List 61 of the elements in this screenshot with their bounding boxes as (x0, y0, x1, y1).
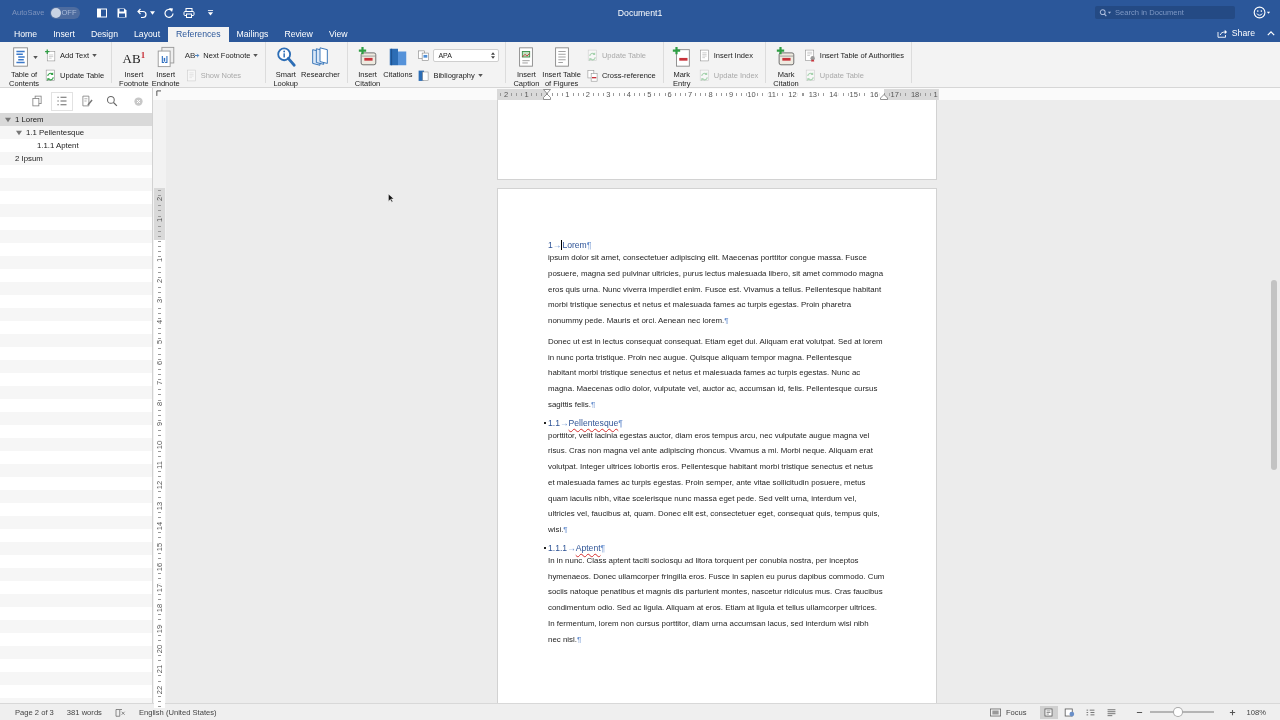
window-title: Document1 (617, 7, 663, 18)
ribbon-tab[interactable]: References (168, 27, 229, 42)
book-icon (417, 68, 431, 82)
print-layout-icon (1043, 707, 1055, 717)
page-icon (697, 48, 711, 62)
ribbon-tab[interactable]: View (320, 27, 356, 42)
pane-tab[interactable] (52, 92, 72, 110)
scroll-plus-icon (356, 46, 379, 68)
disclosure-triangle-icon[interactable] (5, 116, 11, 123)
search-icon (1099, 8, 1112, 17)
footnote-icon: AB$^{1}$ (122, 46, 146, 68)
customize-caret-icon[interactable] (206, 9, 214, 16)
page-icon (184, 68, 198, 82)
refresh-icon (697, 68, 711, 82)
slider-thumb[interactable] (1174, 708, 1183, 716)
close-icon[interactable] (134, 96, 143, 106)
refresh-icon (585, 48, 599, 62)
thumbnails-icon (31, 95, 43, 107)
redo-icon[interactable] (162, 6, 175, 19)
page-seal-icon (803, 48, 817, 62)
documents-icon (417, 48, 431, 62)
smiley-icon[interactable] (1253, 6, 1271, 19)
web-layout-icon (1064, 707, 1076, 717)
ribbon-tab[interactable]: Mailings (228, 27, 277, 42)
draft-icon (1106, 707, 1118, 717)
ribbon-tab[interactable]: Layout (125, 27, 169, 42)
proofing-book-icon[interactable] (114, 707, 126, 717)
save-icon[interactable] (115, 6, 128, 19)
ribbon-tab[interactable]: Insert (45, 27, 83, 42)
list-icon (56, 95, 68, 107)
share-button[interactable]: Share (1216, 28, 1255, 38)
heading: 1.1→Pellentesque¶ (548, 417, 623, 428)
page-plus-icon (44, 48, 58, 62)
zoom-in-icon[interactable] (1228, 708, 1236, 716)
sidebar-icon[interactable] (95, 6, 108, 19)
outline-icon (1085, 707, 1097, 717)
page-plus-icon (670, 46, 693, 68)
mouse-pointer-icon (388, 193, 394, 203)
focus-icon (989, 707, 1001, 717)
magnifier-icon (274, 46, 297, 68)
cross-reference-icon (585, 68, 599, 82)
heading: 1.1.1→Aptent¶ (548, 542, 606, 553)
page-pencil-icon (81, 95, 93, 107)
ribbon-tab[interactable]: Review (276, 27, 321, 42)
heading: 1→Lorem¶ (548, 240, 592, 250)
disclosure-triangle-icon[interactable] (16, 129, 22, 136)
stepper-arrows-icon (491, 51, 496, 59)
print-icon[interactable] (182, 6, 195, 19)
ribbon-tab[interactable]: Home (6, 27, 46, 42)
refresh-icon (44, 68, 58, 82)
indent-marker-icon[interactable] (543, 88, 551, 100)
refresh-icon (803, 68, 817, 82)
search-icon (106, 95, 118, 107)
undo-icon[interactable] (135, 6, 148, 19)
tab-stop-icon[interactable] (156, 90, 161, 96)
ribbon-tab[interactable]: Design (82, 27, 126, 42)
share-icon (1216, 28, 1228, 38)
caret-icon[interactable] (149, 10, 155, 15)
chevron-up-icon[interactable] (1267, 31, 1275, 36)
view-button[interactable] (1039, 705, 1058, 719)
scrollbar-thumb[interactable] (1271, 280, 1277, 470)
